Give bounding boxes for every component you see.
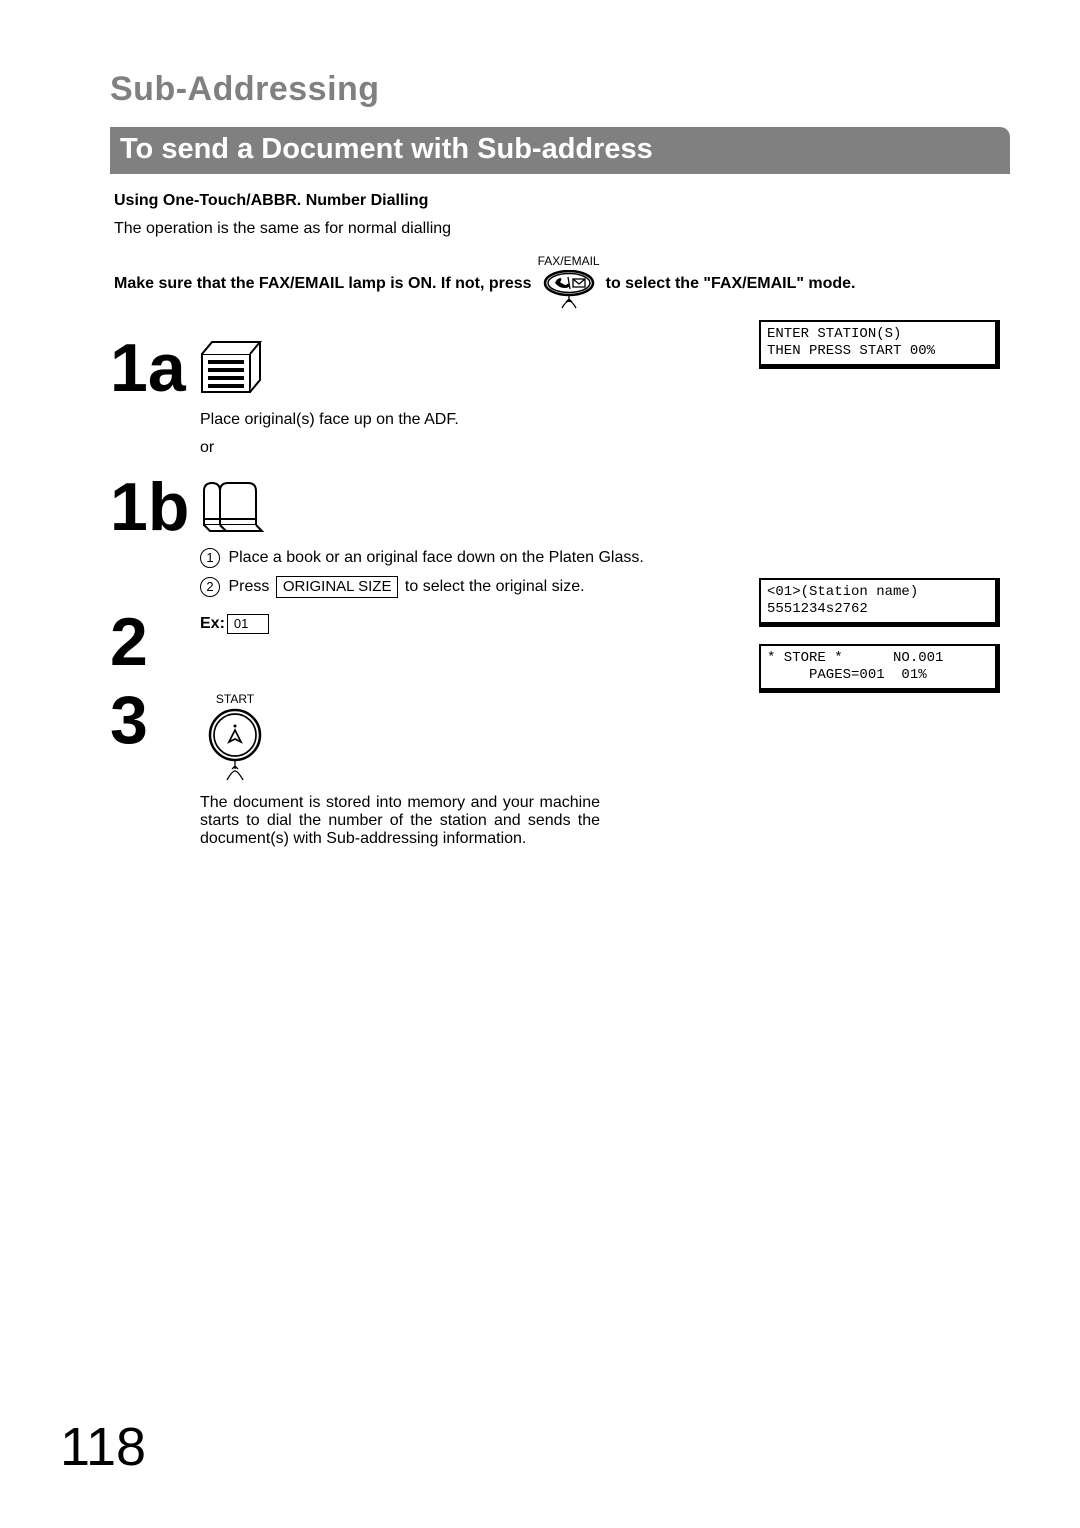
step1b-line2-post: to select the original size. <box>405 578 585 595</box>
intro-text: The operation is the same as for normal … <box>114 220 1010 238</box>
fax-email-label: FAX/EMAIL <box>538 254 600 268</box>
original-size-button: ORIGINAL SIZE <box>276 576 399 598</box>
or-text: or <box>200 439 1010 457</box>
instruction-post: to select the "FAX/EMAIL" mode. <box>606 275 856 293</box>
step3-desc: The document is stored into memory and y… <box>200 794 600 848</box>
circled-1: 1 <box>200 548 220 568</box>
lcd-display-2: <01>(Station name) 5551234s2762 <box>759 578 1000 627</box>
platen-icon <box>200 479 264 535</box>
step2-ex: Ex: <box>200 615 225 633</box>
fax-email-icon <box>541 270 597 314</box>
step1a-text: Place original(s) face up on the ADF. <box>200 411 1010 429</box>
lcd-display-1: ENTER STATION(S) THEN PRESS START 00% <box>759 320 1000 369</box>
fax-email-button: FAX/EMAIL <box>538 254 600 314</box>
step-num-1a: 1a <box>110 334 200 402</box>
circled-2: 2 <box>200 577 220 597</box>
step1b-line1: Place a book or an original face down on… <box>228 549 643 566</box>
step-num-1b: 1b <box>110 473 200 541</box>
step1b-line2-pre: Press <box>228 578 269 595</box>
instruction-pre: Make sure that the FAX/EMAIL lamp is ON.… <box>114 275 532 293</box>
step-num-2: 2 <box>110 608 200 676</box>
key-01: 01 <box>227 614 269 634</box>
page-number: 118 <box>60 1416 146 1478</box>
step-num-3: 3 <box>110 686 200 754</box>
adf-icon <box>200 340 270 398</box>
start-label: START <box>216 692 254 706</box>
page-title: Sub-Addressing <box>110 70 1010 109</box>
sub-heading: Using One-Touch/ABBR. Number Dialling <box>114 192 1010 210</box>
lcd-display-3: * STORE * NO.001 PAGES=001 01% <box>759 644 1000 693</box>
start-button-icon <box>203 708 267 786</box>
section-heading: To send a Document with Sub-address <box>110 127 1010 174</box>
